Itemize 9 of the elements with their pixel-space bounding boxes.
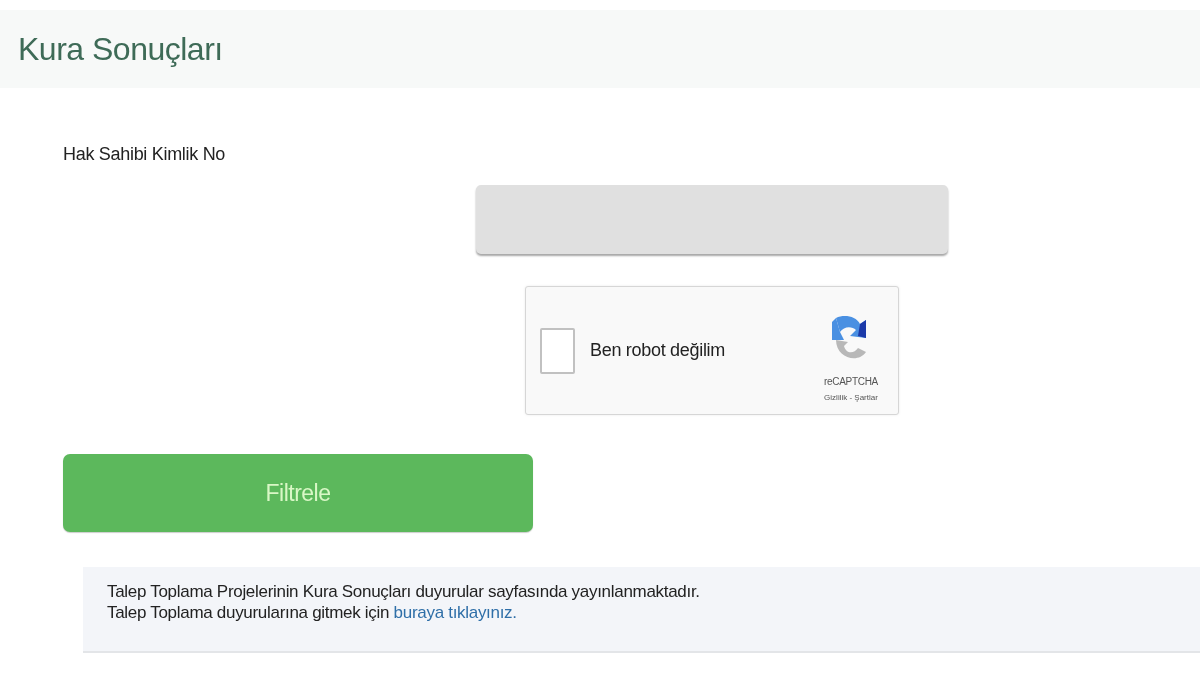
field-label: Hak Sahibi Kimlik No (63, 143, 226, 165)
page-title: Kura Sonuçları (18, 30, 223, 68)
captcha-checkbox[interactable] (540, 327, 575, 374)
privacy-terms-text[interactable]: Gizlilik - Şartlar (824, 392, 878, 402)
captcha-brand-text: reCAPTCHA (824, 375, 878, 387)
notice-text: Talep Toplama Projelerinin Kura Sonuçları duyurular sayfasında yayınlanmaktadır. Talep Toplama duyurularına gitmek için buraya tıklayınız. (107, 581, 701, 623)
captcha-label: Ben robot değilim (590, 340, 725, 361)
announcements-link[interactable]: buraya tıklayınız. (393, 603, 517, 622)
id-number-field[interactable] (476, 185, 948, 254)
